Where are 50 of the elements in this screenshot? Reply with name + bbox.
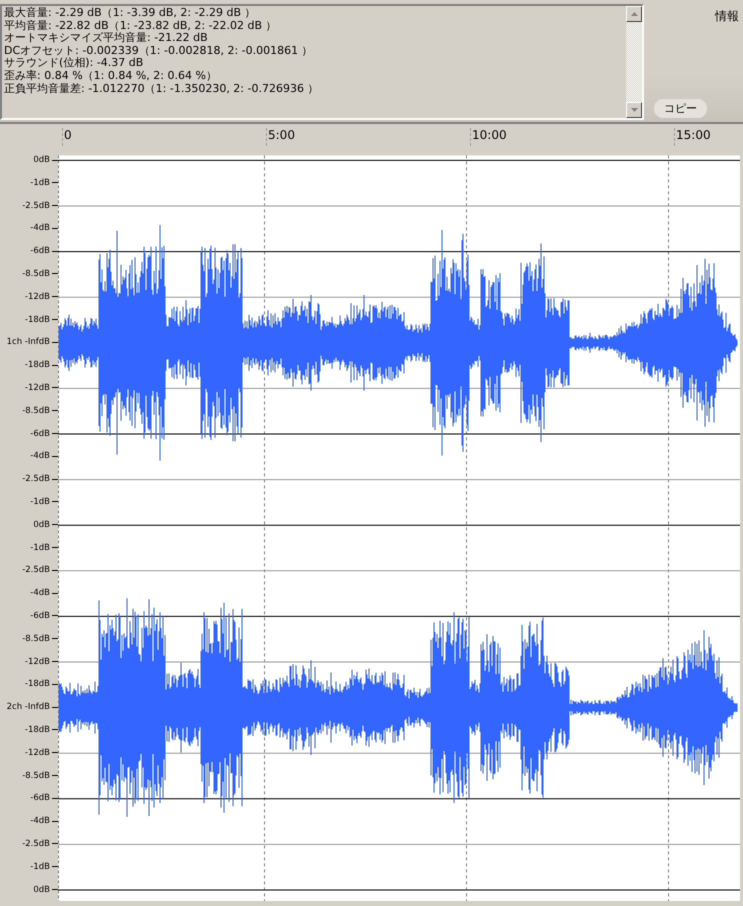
db-label: -4dB — [30, 588, 50, 598]
time-label: 5:00 — [266, 128, 470, 146]
info-line: 平均音量: -22.82 dB（1: -23.82 dB, 2: -22.02 dB ） — [4, 20, 278, 32]
db-label: -2.5dB — [22, 474, 50, 484]
scroll-down-button[interactable] — [626, 102, 642, 118]
time-label: 10:00 — [470, 128, 674, 146]
scroll-up-button[interactable] — [626, 6, 642, 22]
db-label: -6dB — [30, 610, 50, 621]
copy-button[interactable]: コピー — [654, 99, 707, 118]
db-label: -18dB — [24, 360, 50, 370]
db-label: -4dB — [30, 223, 50, 234]
db-label: -4dB — [30, 816, 50, 826]
db-label: 2ch -InfdB — [6, 702, 50, 712]
db-label: 1ch -InfdB — [6, 337, 50, 348]
db-label: -8.5dB — [22, 634, 50, 644]
db-label: -8.5dB — [22, 770, 50, 781]
db-label: 0dB — [33, 520, 50, 530]
db-label: -18dB — [24, 679, 50, 690]
db-label: -1dB — [30, 542, 50, 553]
db-label: 0dB — [33, 155, 50, 165]
db-label: -6dB — [30, 246, 50, 256]
db-label: -18dB — [24, 314, 50, 325]
db-label: -12dB — [24, 748, 50, 758]
db-label: -2.5dB — [22, 565, 50, 576]
db-label: -1dB — [30, 496, 50, 507]
db-label: 0dB — [33, 884, 50, 894]
db-label: -1dB — [30, 862, 50, 872]
up-arrow-icon — [630, 12, 638, 16]
db-label: -1dB — [30, 178, 50, 188]
panel-title: 情報 — [715, 8, 739, 25]
db-label: -6dB — [30, 428, 50, 439]
time-label: 0 — [62, 128, 266, 146]
db-label: -12dB — [24, 656, 50, 667]
db-label: -2.5dB — [22, 838, 50, 849]
db-label: -8.5dB — [22, 268, 50, 279]
db-label: -12dB — [24, 382, 50, 393]
info-line: DCオフセット: -0.002339（1: -0.002818, 2: -0.001861 ） — [4, 44, 314, 57]
db-label: -18dB — [24, 724, 50, 735]
info-line: サラウンド(位相): -4.37 dB — [4, 57, 144, 70]
time-label: 15:00 — [674, 128, 743, 146]
info-line: オートマキシマイズ平均音量: -21.22 dB — [4, 32, 209, 45]
db-label: -6dB — [30, 793, 50, 804]
info-line: 正負平均音量差: -1.012270（1: -1.350230, 2: -0.726936 ） — [4, 82, 320, 96]
db-label: -12dB — [24, 292, 50, 302]
info-line: 最大音量: -2.29 dB（1: -3.39 dB, 2: -2.29 dB ） — [4, 7, 257, 20]
info-line: 歪み率: 0.84 %（1: 0.84 %, 2: 0.64 %） — [4, 70, 218, 82]
db-label: -4dB — [30, 451, 50, 462]
db-label: -8.5dB — [22, 406, 50, 416]
db-label: -2.5dB — [22, 200, 50, 211]
down-arrow-icon — [630, 108, 638, 112]
